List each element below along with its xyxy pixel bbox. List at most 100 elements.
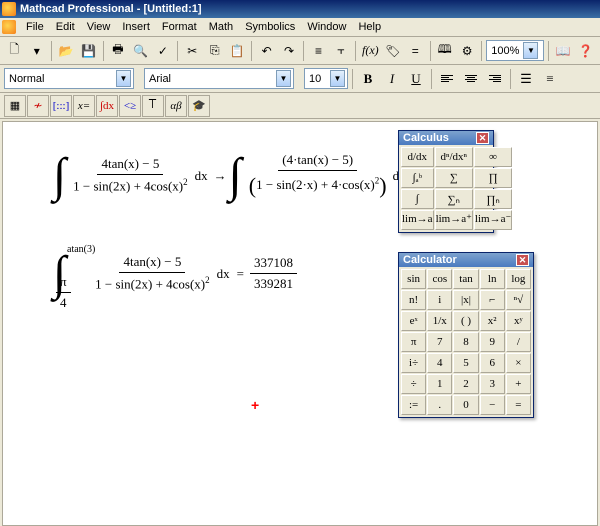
symbolic-palette-button[interactable]: 🎓 [188, 95, 210, 117]
align-left-button[interactable] [436, 68, 458, 90]
i-button[interactable]: i [427, 290, 452, 310]
pi-button[interactable]: π [401, 332, 426, 352]
menu-symbolics[interactable]: Symbolics [239, 19, 301, 35]
close-icon[interactable]: ✕ [516, 254, 529, 266]
matrix-palette-button[interactable]: [:::] [50, 95, 72, 117]
italic-button[interactable]: I [381, 68, 403, 90]
three-button[interactable]: 3 [480, 374, 505, 394]
calculus-palette[interactable]: Calculus ✕ d/dx dⁿ/dxⁿ ∞ ∫ₐᵇ ∑ ∏ ∫ ∑ₙ ∏ₙ… [398, 130, 494, 233]
power-button[interactable]: xʸ [506, 311, 531, 331]
align-center-button[interactable] [460, 68, 482, 90]
infinity-button[interactable]: ∞ [474, 147, 512, 167]
print-button[interactable]: 🖶 [108, 40, 128, 62]
chevron-down-icon[interactable]: ▼ [523, 42, 538, 59]
style-combo[interactable]: Normal ▼ [4, 68, 134, 89]
range-summation-button[interactable]: ∑ₙ [435, 189, 473, 209]
evaluation-palette-button[interactable]: x= [73, 95, 95, 117]
tan-button[interactable]: tan [453, 269, 478, 289]
six-button[interactable]: 6 [480, 353, 505, 373]
bold-button[interactable]: B [357, 68, 379, 90]
indefinite-integral-button[interactable]: ∫ [401, 189, 434, 209]
sqrt-button[interactable]: ⌐ [480, 290, 505, 310]
graph-palette-button[interactable]: ≁ [27, 95, 49, 117]
fx-button[interactable]: f(x) [360, 40, 380, 62]
calculus-palette-button[interactable]: ∫dx [96, 95, 118, 117]
numbering-button[interactable]: ≡ [539, 68, 561, 90]
new-button[interactable]: 🗋 [4, 40, 24, 62]
five-button[interactable]: 5 [453, 353, 478, 373]
menu-window[interactable]: Window [301, 19, 352, 35]
component2-button[interactable]: ⚙ [457, 40, 477, 62]
plus-button[interactable]: + [506, 374, 531, 394]
underline-button[interactable]: U [405, 68, 427, 90]
equals-button[interactable]: = [506, 395, 531, 415]
programming-palette-button[interactable]: 𐊗 [142, 95, 164, 117]
eight-button[interactable]: 8 [453, 332, 478, 352]
seven-button[interactable]: 7 [427, 332, 452, 352]
definite-integral-button[interactable]: ∫ₐᵇ [401, 168, 434, 188]
assign-button[interactable]: := [401, 395, 426, 415]
parens-button[interactable]: ( ) [453, 311, 478, 331]
minus-button[interactable]: − [480, 395, 505, 415]
limit-button[interactable]: lim→a [401, 210, 434, 230]
nth-derivative-button[interactable]: dⁿ/dxⁿ [435, 147, 473, 167]
bullets-button[interactable]: ☰ [515, 68, 537, 90]
palette-titlebar[interactable]: Calculator ✕ [399, 253, 533, 267]
cut-button[interactable]: ✂ [182, 40, 202, 62]
print-preview-button[interactable]: 🔍 [130, 40, 150, 62]
square-button[interactable]: x² [480, 311, 505, 331]
calculate-button[interactable]: = [405, 40, 425, 62]
summation-button[interactable]: ∑ [435, 168, 473, 188]
one-button[interactable]: 1 [427, 374, 452, 394]
menu-math[interactable]: Math [203, 19, 239, 35]
menu-help[interactable]: Help [352, 19, 387, 35]
ln-button[interactable]: ln [480, 269, 505, 289]
worksheet[interactable]: ∫ 4tan(x) − 5 1 − sin(2x) + 4cos(x)2 dx … [2, 121, 598, 526]
divide-button[interactable]: / [506, 332, 531, 352]
nine-button[interactable]: 9 [480, 332, 505, 352]
zero-button[interactable]: 0 [453, 395, 478, 415]
exp-button[interactable]: eˣ [401, 311, 426, 331]
chevron-down-icon[interactable]: ▼ [330, 70, 345, 87]
align2-button[interactable]: ⫟ [331, 40, 351, 62]
component-button[interactable]: 🕮 [434, 40, 454, 62]
menu-file[interactable]: File [20, 19, 50, 35]
paste-button[interactable]: 📋 [227, 40, 247, 62]
palette-titlebar[interactable]: Calculus ✕ [399, 131, 493, 145]
document-icon[interactable] [2, 20, 16, 34]
sin-button[interactable]: sin [401, 269, 426, 289]
derivative-button[interactable]: d/dx [401, 147, 434, 167]
save-button[interactable]: 💾 [78, 40, 98, 62]
dot-button[interactable]: . [427, 395, 452, 415]
mixed-button[interactable]: i÷ [401, 353, 426, 373]
times-button[interactable]: × [506, 353, 531, 373]
open-button[interactable]: 📂 [56, 40, 76, 62]
calculator-palette-button[interactable]: ▦ [4, 95, 26, 117]
undo-button[interactable]: ↶ [256, 40, 276, 62]
spell-button[interactable]: ✓ [153, 40, 173, 62]
help-button[interactable]: 📖 [553, 40, 573, 62]
calculator-palette[interactable]: Calculator ✕ sin cos tan ln log n! i |x|… [398, 252, 534, 418]
copy-button[interactable]: ⎘ [205, 40, 225, 62]
recip-button[interactable]: 1/x [427, 311, 452, 331]
menu-format[interactable]: Format [156, 19, 203, 35]
four-button[interactable]: 4 [427, 353, 452, 373]
limit-right-button[interactable]: lim→a⁺ [435, 210, 473, 230]
units-button[interactable]: 🏷 [383, 40, 403, 62]
menu-view[interactable]: View [81, 19, 117, 35]
factorial-button[interactable]: n! [401, 290, 426, 310]
div-button[interactable]: ÷ [401, 374, 426, 394]
size-combo[interactable]: 10 ▼ [304, 68, 348, 89]
math-region-2[interactable]: atan(3) ∫ π4 4tan(x) − 5 1 − sin(2x) + 4… [53, 252, 300, 295]
log-button[interactable]: log [506, 269, 531, 289]
range-product-button[interactable]: ∏ₙ [474, 189, 512, 209]
align-right-button[interactable] [484, 68, 506, 90]
new-dropdown[interactable]: ▾ [26, 40, 46, 62]
cos-button[interactable]: cos [427, 269, 452, 289]
nroot-button[interactable]: ⁿ√ [506, 290, 531, 310]
boolean-palette-button[interactable]: <≥ [119, 95, 141, 117]
whatsthis-button[interactable]: ❓ [576, 40, 596, 62]
product-button[interactable]: ∏ [474, 168, 512, 188]
close-icon[interactable]: ✕ [476, 132, 489, 144]
font-combo[interactable]: Arial ▼ [144, 68, 294, 89]
